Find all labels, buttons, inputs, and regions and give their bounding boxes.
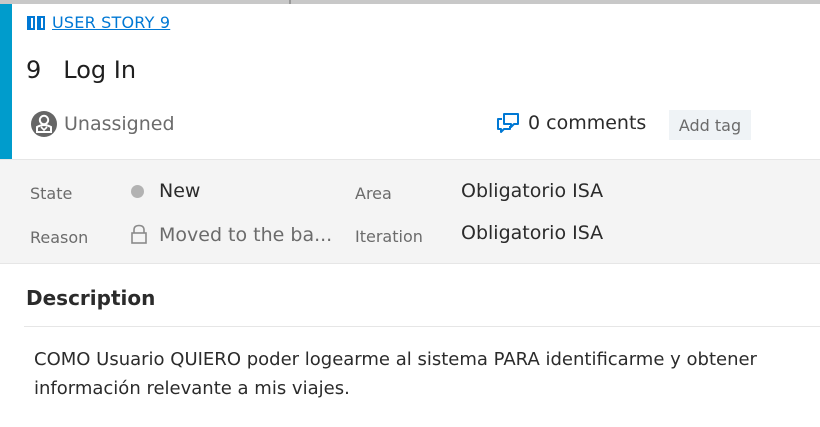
work-item-id: 9 (26, 56, 42, 84)
lock-icon (131, 224, 147, 244)
work-item-title[interactable]: Log In (63, 56, 136, 84)
top-scroll-bar (0, 0, 820, 4)
description-heading: Description (26, 286, 156, 310)
work-item-type-color-bar (0, 4, 12, 159)
unassigned-avatar-icon (31, 111, 57, 137)
description-divider (24, 326, 820, 327)
reason-label: Reason (30, 228, 89, 247)
add-tag-button[interactable]: Add tag (669, 110, 751, 140)
comments-count[interactable]: 0 comments (528, 112, 646, 134)
state-label: State (30, 184, 73, 203)
work-item-type-label[interactable]: USER STORY 9 (52, 13, 170, 32)
work-item-title-row: 9 Log In (26, 56, 136, 84)
iteration-value[interactable]: Obligatorio ISA (461, 222, 603, 244)
scroll-tick (289, 0, 291, 4)
state-value[interactable]: New (159, 180, 200, 202)
assignee-name: Unassigned (64, 113, 175, 135)
book-icon (27, 15, 45, 30)
reason-value: Moved to the ba... (159, 224, 333, 246)
state-dot-icon (131, 185, 144, 198)
comments-icon (497, 113, 519, 133)
comments-link[interactable]: 0 comments (496, 112, 646, 134)
description-text[interactable]: COMO Usuario QUIERO poder logearme al si… (34, 345, 804, 403)
iteration-label: Iteration (355, 227, 423, 246)
area-value[interactable]: Obligatorio ISA (461, 180, 603, 202)
fields-panel: State New Reason Moved to the ba... Area… (0, 159, 820, 264)
work-item-type-link[interactable]: USER STORY 9 (26, 13, 170, 32)
assignee-picker[interactable]: Unassigned (30, 110, 175, 138)
area-label: Area (355, 184, 392, 203)
